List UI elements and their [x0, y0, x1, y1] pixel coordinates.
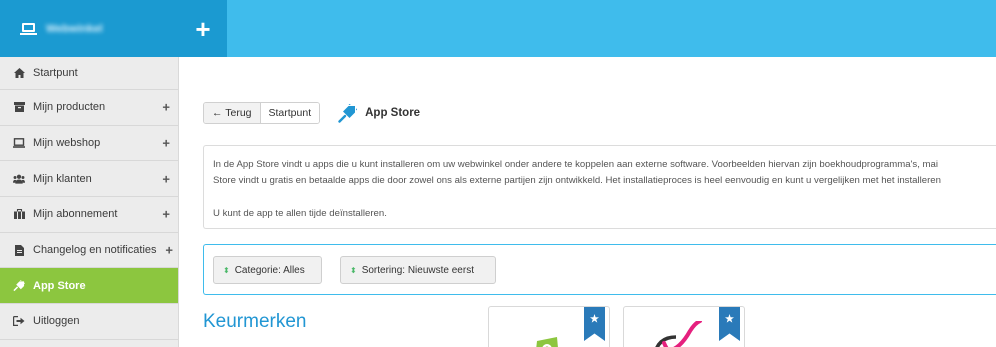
- briefcase-icon: [13, 208, 25, 220]
- sidebar-item-label: Mijn producten: [33, 101, 106, 114]
- keurmerk-logo-icon: [536, 337, 558, 347]
- featured-ribbon: [719, 307, 740, 341]
- page-title: App Store: [338, 103, 421, 123]
- app-store-info-panel: In de App Store vindt u apps die u kunt …: [203, 145, 996, 229]
- sidebar-item-label: Mijn abonnement: [33, 208, 118, 221]
- category-filter-button[interactable]: ⬍ Categorie: Alles: [213, 256, 322, 284]
- expand-icon[interactable]: +: [162, 207, 170, 222]
- back-button[interactable]: ← Terug: [204, 103, 261, 123]
- sort-caret-icon: ⬍: [350, 265, 357, 275]
- sidebar-item-mijn-webshop[interactable]: Mijn webshop +: [0, 126, 178, 162]
- breadcrumb-group: ← Terug Startpunt: [203, 102, 321, 124]
- sidebar-item-label: App Store: [33, 279, 86, 292]
- sidebar-item-label: Changelog en notificaties: [33, 244, 157, 257]
- featured-ribbon: [584, 307, 605, 341]
- sort-filter-label: Sortering: Nieuwste eerst: [361, 264, 474, 276]
- sidebar-item-label: Mijn klanten: [33, 172, 92, 185]
- sort-filter-button[interactable]: ⬍ Sortering: Nieuwste eerst: [340, 256, 496, 284]
- sidebar-item-mijn-abonnement[interactable]: Mijn abonnement +: [0, 197, 178, 233]
- sort-caret-icon: ⬍: [223, 265, 230, 275]
- filter-bar: ⬍ Categorie: Alles ⬍ Sortering: Nieuwste…: [203, 244, 996, 295]
- add-button[interactable]: +: [179, 0, 227, 57]
- sidebar-item-changelog[interactable]: Changelog en notificaties +: [0, 233, 178, 269]
- page-title-text: App Store: [365, 107, 421, 119]
- sidebar-item-mijn-producten[interactable]: Mijn producten +: [0, 90, 178, 126]
- shop-name: Webwinkel: [46, 22, 103, 35]
- app-card[interactable]: [623, 306, 745, 347]
- category-filter-label: Categorie: Alles: [234, 264, 305, 276]
- laptop-icon: [13, 137, 25, 149]
- plug-icon: [338, 103, 358, 123]
- sidebar-item-mijn-klanten[interactable]: Mijn klanten +: [0, 161, 178, 198]
- app-card[interactable]: [488, 306, 610, 347]
- document-icon: [13, 244, 25, 256]
- sidebar-item-label: Uitloggen: [33, 315, 80, 328]
- sidebar-item-startpunt[interactable]: Startpunt: [0, 57, 178, 90]
- box-icon: [13, 101, 25, 113]
- sidebar-item-label: Mijn webshop: [33, 137, 101, 150]
- home-icon: [13, 67, 25, 79]
- info-line-3: U kunt de app te allen tijde deïnstaller…: [213, 208, 387, 219]
- breadcrumb: ← Terug Startpunt App Store: [203, 102, 420, 124]
- webshop-keurmerk-logo-icon: [655, 321, 702, 347]
- plug-icon: [13, 279, 25, 292]
- sidebar: Startpunt Mijn producten + Mijn webshop …: [0, 57, 179, 347]
- info-line-2: Store vindt u gratis en betaalde apps di…: [213, 175, 941, 186]
- sidebar-item-uitloggen[interactable]: Uitloggen: [0, 304, 178, 340]
- info-line-1: In de App Store vindt u apps die u kunt …: [213, 159, 939, 170]
- laptop-icon: [20, 22, 37, 35]
- sidebar-item-label: Startpunt: [33, 67, 78, 79]
- main-content: ← Terug Startpunt App Store In de App St…: [180, 57, 996, 347]
- sign-out-icon: [13, 315, 25, 327]
- star-icon: [725, 314, 734, 323]
- expand-icon[interactable]: +: [162, 100, 170, 115]
- breadcrumb-startpunt[interactable]: Startpunt: [260, 103, 320, 123]
- expand-icon[interactable]: +: [162, 136, 170, 151]
- users-icon: [13, 173, 25, 185]
- star-icon: [590, 314, 599, 323]
- expand-icon[interactable]: +: [162, 171, 170, 186]
- shop-switcher[interactable]: Webwinkel: [0, 0, 179, 57]
- section-title: Keurmerken: [203, 311, 307, 332]
- expand-icon[interactable]: +: [165, 243, 173, 258]
- sidebar-item-app-store[interactable]: App Store: [0, 268, 178, 305]
